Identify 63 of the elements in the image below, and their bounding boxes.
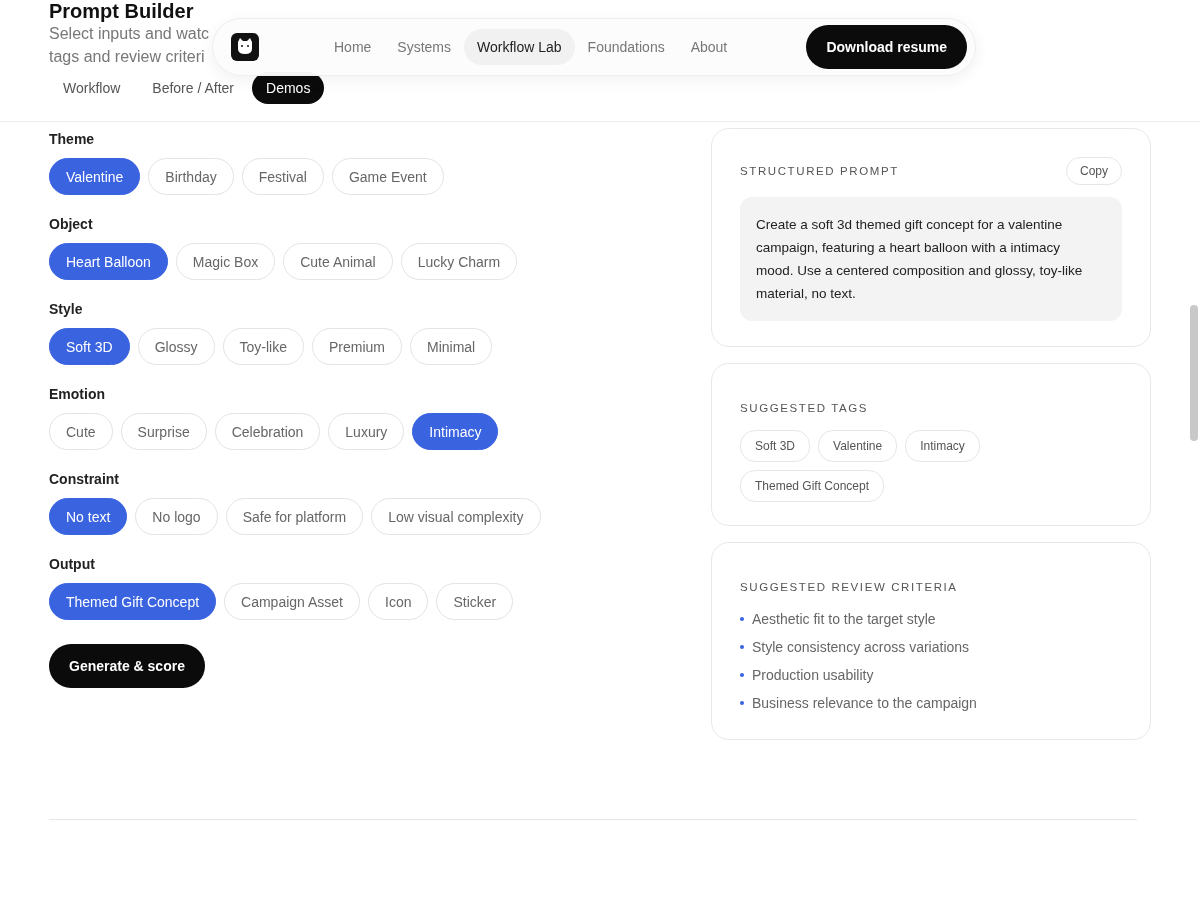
nav-link[interactable]: Systems (384, 29, 465, 65)
option-chip[interactable]: Themed Gift Concept (49, 583, 217, 620)
option-chip[interactable]: Premium (311, 328, 402, 365)
group-label: Constraint (49, 470, 120, 488)
section-tab[interactable]: Before / After (138, 72, 249, 104)
bullet-icon (740, 617, 744, 621)
card-heading: STRUCTURED PROMPT (740, 165, 899, 177)
option-chip[interactable]: Toy-like (222, 328, 304, 365)
option-chip[interactable]: No logo (135, 498, 218, 535)
tag: Soft 3D (740, 430, 811, 462)
criteria-item: Aesthetic fit to the target style (752, 610, 936, 629)
nav-link[interactable]: Home (321, 29, 385, 65)
option-chip[interactable]: Low visual complexity (371, 498, 541, 535)
option-chip[interactable]: Intimacy (412, 413, 499, 450)
bullet-icon (740, 673, 744, 677)
group-label: Output (49, 555, 96, 573)
card-heading: SUGGESTED REVIEW CRITERIA (740, 581, 958, 593)
cat-logo-icon[interactable] (231, 33, 259, 61)
section-tab[interactable]: Workflow (49, 72, 135, 104)
group-label: Object (49, 215, 94, 233)
option-chip[interactable]: Surprise (120, 413, 207, 450)
option-chip[interactable]: Lucky Charm (400, 243, 518, 280)
option-chip[interactable]: No text (49, 498, 128, 535)
tag: Valentine (818, 430, 898, 462)
generate-button[interactable]: Generate & score (49, 644, 205, 688)
criteria-item: Business relevance to the campaign (752, 694, 977, 713)
option-chip[interactable]: Minimal (410, 328, 493, 365)
option-chip[interactable]: Valentine (49, 158, 141, 195)
option-chip[interactable]: Sticker (436, 583, 514, 620)
option-chip[interactable]: Glossy (137, 328, 215, 365)
option-chip[interactable]: Heart Balloon (49, 243, 168, 280)
option-chip[interactable]: Cute (49, 413, 113, 450)
group-label: Emotion (49, 385, 106, 403)
download-button[interactable]: Download resume (806, 25, 967, 69)
option-chip[interactable]: Luxury (328, 413, 405, 450)
nav-link[interactable]: Foundations (574, 29, 678, 65)
tag: Themed Gift Concept (740, 470, 885, 502)
page-subtitle: tags and review criteri (49, 47, 205, 67)
card-heading: SUGGESTED TAGS (740, 402, 869, 414)
bullet-icon (740, 645, 744, 649)
prompt-text: Create a soft 3d themed gift concept for a valentine campaign, featuring a heart balloon with a intimacy mood. Use a centered composition and glossy, toy-like material, no text. (740, 197, 1122, 321)
option-chip[interactable]: Icon (368, 583, 429, 620)
option-chip[interactable]: Celebration (214, 413, 321, 450)
criteria-item: Style consistency across variations (752, 638, 970, 657)
option-chip[interactable]: Cute Animal (283, 243, 393, 280)
option-chip[interactable]: Festival (241, 158, 324, 195)
bullet-icon (740, 701, 744, 705)
criteria-item: Production usability (752, 666, 874, 685)
option-chip[interactable]: Game Event (331, 158, 444, 195)
option-chip[interactable]: Campaign Asset (224, 583, 360, 620)
group-label: Style (49, 300, 84, 318)
nav-link[interactable]: About (677, 29, 741, 65)
option-chip[interactable]: Magic Box (175, 243, 276, 280)
scrollbar-thumb[interactable] (1190, 305, 1198, 441)
copy-button[interactable]: Copy (1066, 157, 1122, 185)
option-chip[interactable]: Birthday (148, 158, 234, 195)
tag: Intimacy (905, 430, 980, 462)
option-chip[interactable]: Safe for platform (225, 498, 364, 535)
group-label: Theme (49, 130, 96, 148)
page-title: Prompt Builder (49, 0, 195, 22)
page-subtitle: Select inputs and watc (49, 24, 210, 44)
option-chip[interactable]: Soft 3D (49, 328, 130, 365)
nav-link[interactable]: Workflow Lab (464, 29, 575, 65)
